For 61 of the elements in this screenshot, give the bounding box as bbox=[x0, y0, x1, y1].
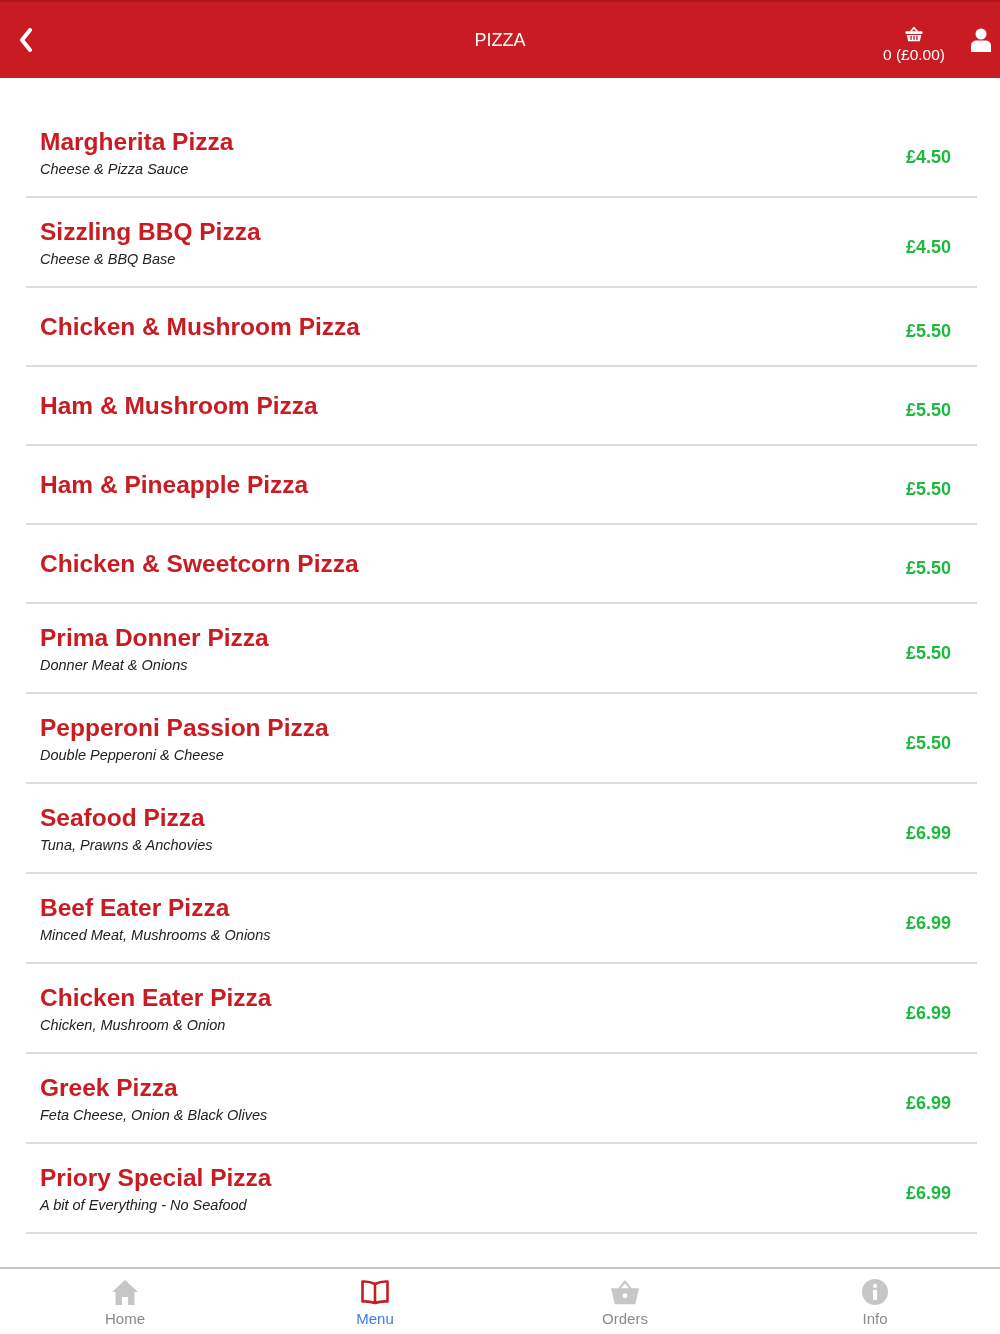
item-description: Minced Meat, Mushrooms & Onions bbox=[40, 925, 271, 945]
open-book-icon bbox=[361, 1279, 389, 1305]
nav-tab[interactable]: Orders bbox=[500, 1269, 750, 1334]
menu-item[interactable]: Beef Eater Pizza Minced Meat, Mushrooms & Onions £6.99 bbox=[26, 874, 977, 964]
menu-item[interactable]: Ham & Mushroom Pizza £5.50 bbox=[26, 367, 977, 446]
item-name: Chicken Eater Pizza bbox=[40, 982, 272, 1013]
item-description: Tuna, Prawns & Anchovies bbox=[40, 835, 213, 855]
item-price: £6.99 bbox=[905, 1092, 951, 1114]
item-name: Margherita Pizza bbox=[40, 126, 234, 157]
item-price: £5.50 bbox=[905, 479, 951, 500]
item-price: £5.50 bbox=[905, 732, 951, 754]
item-name: Chicken & Sweetcorn Pizza bbox=[40, 549, 359, 579]
basket-icon bbox=[611, 1279, 639, 1305]
menu-item[interactable]: Priory Special Pizza A bit of Everything - No Seafood £6.99 bbox=[26, 1144, 977, 1234]
item-price: £6.99 bbox=[905, 822, 951, 844]
item-name: Greek Pizza bbox=[40, 1072, 178, 1103]
home-icon bbox=[111, 1279, 139, 1305]
item-name: Prima Donner Pizza bbox=[40, 622, 269, 653]
user-icon bbox=[971, 28, 991, 52]
item-name: Pepperoni Passion Pizza bbox=[40, 712, 329, 743]
item-name: Seafood Pizza bbox=[40, 802, 205, 833]
menu-item[interactable]: Greek Pizza Feta Cheese, Onion & Black Olives £6.99 bbox=[26, 1054, 977, 1144]
item-name: Ham & Pineapple Pizza bbox=[40, 470, 309, 500]
item-price: £6.99 bbox=[905, 1002, 951, 1024]
item-description: Double Pepperoni & Cheese bbox=[40, 745, 224, 765]
item-description: Cheese & BBQ Base bbox=[40, 249, 176, 269]
basket-icon bbox=[904, 26, 923, 42]
nav-tab[interactable]: Menu bbox=[250, 1269, 500, 1334]
item-price: £5.50 bbox=[905, 321, 951, 342]
menu-item[interactable]: Margherita Pizza Cheese & Pizza Sauce £4.50 bbox=[26, 108, 977, 198]
nav-tab[interactable]: Home bbox=[0, 1269, 250, 1334]
account-button[interactable] bbox=[971, 28, 991, 52]
page-title: PIZZA bbox=[474, 29, 526, 51]
item-description: Feta Cheese, Onion & Black Olives bbox=[40, 1105, 268, 1125]
item-name: Beef Eater Pizza bbox=[40, 892, 230, 923]
item-price: £4.50 bbox=[905, 236, 951, 258]
menu-item[interactable]: Seafood Pizza Tuna, Prawns & Anchovies £6.99 bbox=[26, 784, 977, 874]
item-price: £6.99 bbox=[905, 912, 951, 934]
item-name: Ham & Mushroom Pizza bbox=[40, 391, 318, 421]
item-price: £5.50 bbox=[905, 642, 951, 664]
menu-item[interactable]: Ham & Pineapple Pizza £5.50 bbox=[26, 446, 977, 525]
item-price: £6.99 bbox=[905, 1182, 951, 1204]
menu-item[interactable]: Pepperoni Passion Pizza Double Pepperoni & Cheese £5.50 bbox=[26, 694, 977, 784]
item-description: Cheese & Pizza Sauce bbox=[40, 159, 189, 179]
item-price: £5.50 bbox=[905, 400, 951, 421]
item-description: A bit of Everything - No Seafood bbox=[40, 1195, 247, 1215]
menu-item[interactable]: Chicken & Mushroom Pizza £5.50 bbox=[26, 288, 977, 367]
menu-item[interactable]: Sizzling BBQ Pizza Cheese & BBQ Base £4.50 bbox=[26, 198, 977, 288]
item-name: Priory Special Pizza bbox=[40, 1162, 272, 1193]
info-icon bbox=[861, 1279, 889, 1305]
basket-button[interactable]: 0 (£0.00) bbox=[882, 26, 945, 64]
item-price: £5.50 bbox=[905, 558, 951, 579]
item-name: Chicken & Mushroom Pizza bbox=[40, 312, 360, 342]
item-price: £4.50 bbox=[905, 146, 951, 168]
menu-item[interactable]: Prima Donner Pizza Donner Meat & Onions £5.50 bbox=[26, 604, 977, 694]
menu-item[interactable]: Chicken Eater Pizza Chicken, Mushroom & Onion £6.99 bbox=[26, 964, 977, 1054]
chevron-left-icon bbox=[19, 28, 33, 52]
item-description: Donner Meat & Onions bbox=[40, 655, 188, 675]
item-name: Sizzling BBQ Pizza bbox=[40, 216, 261, 247]
menu-item[interactable]: Chicken & Sweetcorn Pizza £5.50 bbox=[26, 525, 977, 604]
item-description: Chicken, Mushroom & Onion bbox=[40, 1015, 226, 1035]
